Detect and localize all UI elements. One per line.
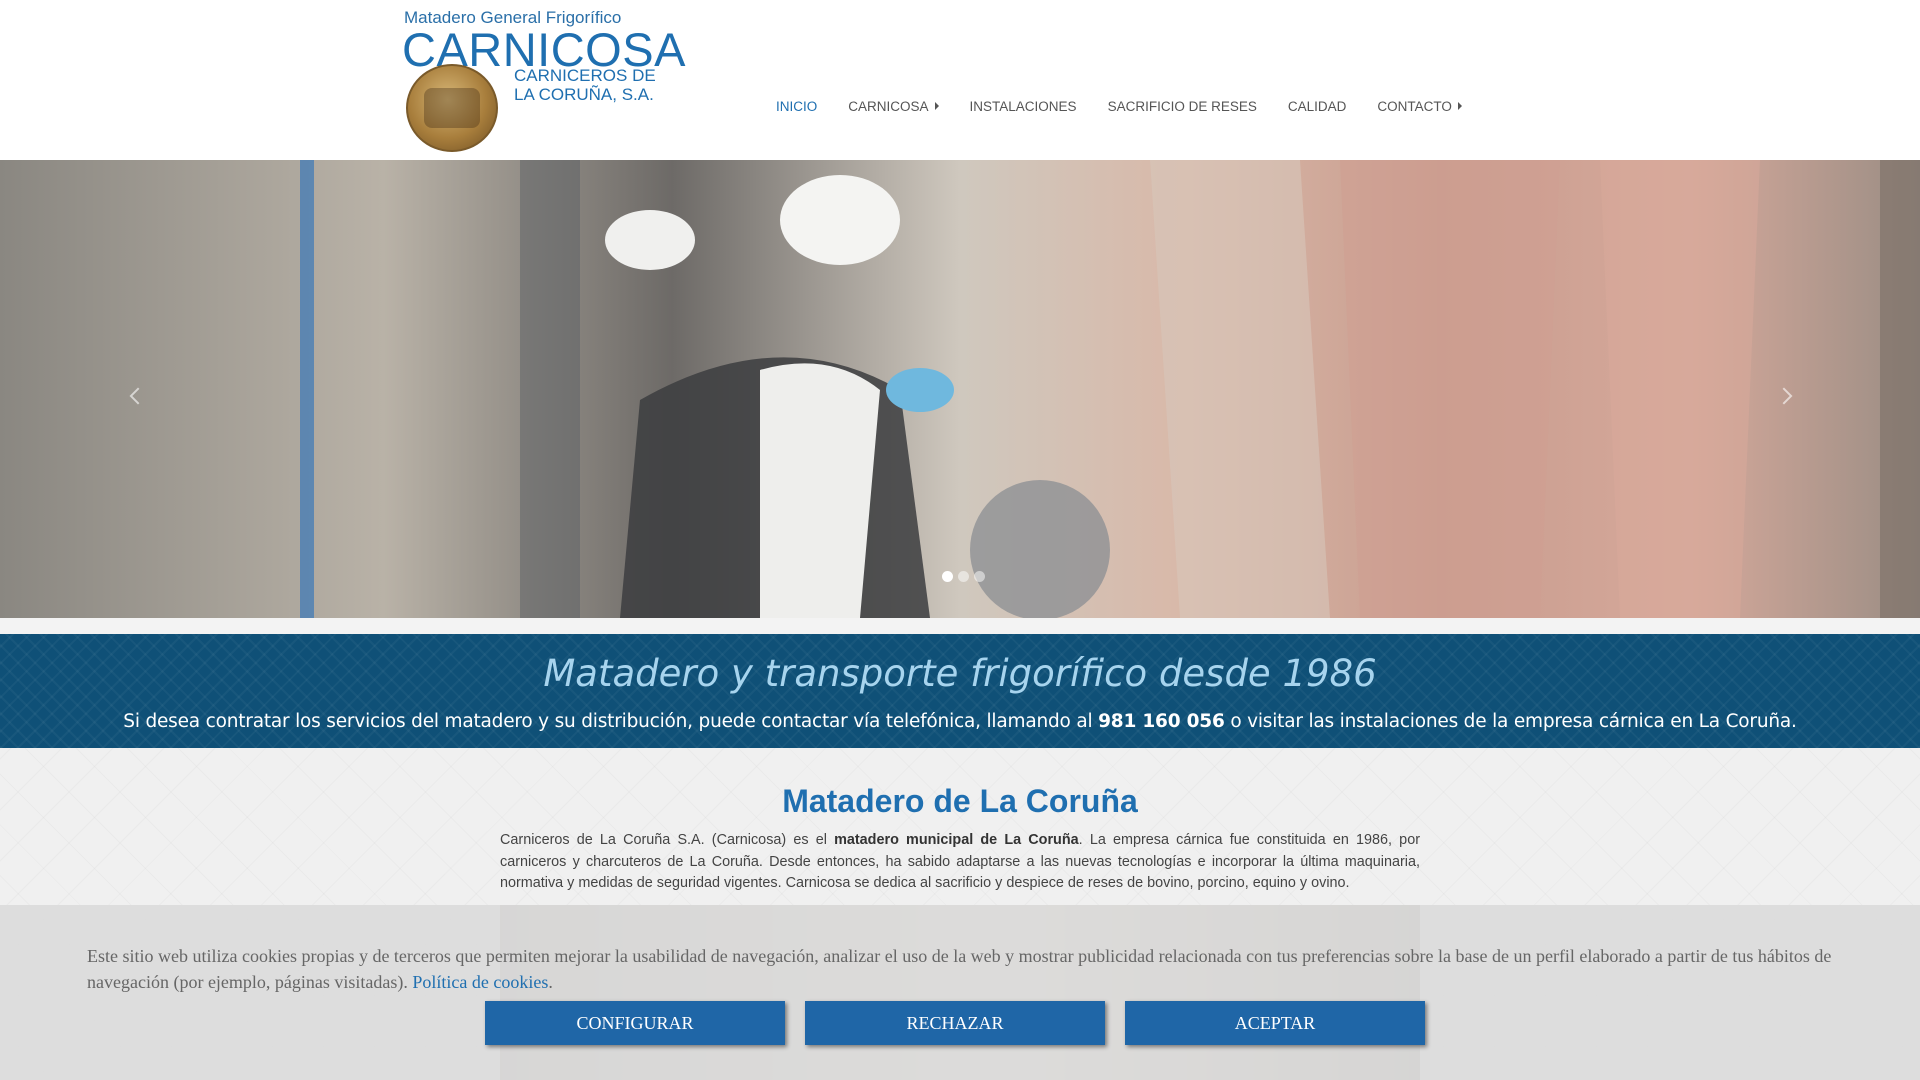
nav-label: INICIO [776, 98, 818, 114]
cookie-message: Este sitio web utiliza cookies propias y… [87, 946, 1832, 992]
nav-label: INSTALACIONES [969, 98, 1077, 114]
slider-dot-3[interactable] [974, 571, 985, 582]
company-seal-icon [406, 64, 498, 152]
hero-photo [300, 160, 1920, 618]
cookie-banner: Este sitio web utiliza cookies propias y… [0, 905, 1920, 1080]
nav-item-instalaciones[interactable]: INSTALACIONES [970, 99, 1077, 114]
nav-item-contacto[interactable]: CONTACTO [1377, 99, 1462, 114]
nav-item-sacrificio[interactable]: SACRIFICIO DE RESES [1108, 99, 1257, 114]
logo-subtitle-line1: CARNICEROS DE [514, 66, 656, 85]
section-title: Matadero de La Coruña [782, 783, 1138, 819]
band-title: Matadero y transporte frigorífico desde … [543, 652, 1377, 695]
configure-button[interactable]: Configurar [485, 1001, 785, 1045]
site-header: Matadero General Frigorífico CARNICOSA C… [0, 0, 1920, 160]
nav-label: CARNICOSA [848, 98, 929, 114]
paragraph-text: Carniceros de La Coruña S.A. (Carnicosa)… [500, 832, 835, 848]
cookie-text: Este sitio web utiliza cookies propias y… [87, 943, 1847, 995]
reject-button[interactable]: Rechazar [805, 1001, 1105, 1045]
caret-right-icon [934, 102, 939, 110]
paragraph-bold: matadero municipal de La Coruña [834, 832, 1079, 848]
accept-button[interactable]: Aceptar [1125, 1001, 1425, 1045]
slider-dot-2[interactable] [958, 571, 969, 582]
nav-label: CONTACTO [1377, 98, 1452, 114]
caret-right-icon [1457, 102, 1462, 110]
nav-item-carnicosa[interactable]: CARNICOSA [848, 98, 939, 114]
nav-label: SACRIFICIO DE RESES [1107, 98, 1257, 114]
main-nav: INICIO CARNICOSA INSTALACIONES SACRIFICI… [776, 94, 1493, 118]
nav-label: CALIDAD [1287, 98, 1347, 114]
hero-slider [0, 160, 1920, 618]
slider-dot-1[interactable] [942, 571, 953, 582]
slider-prev-chevron-left-icon[interactable] [126, 382, 146, 412]
logo-subtitle-line2: LA CORUÑA, S.A. [514, 85, 654, 104]
band-text: Si desea contratar los servicios del mat… [0, 711, 1920, 732]
cookie-policy-link[interactable]: Política de cookies [412, 972, 548, 992]
site-logo[interactable]: Matadero General Frigorífico CARNICOSA C… [402, 8, 685, 152]
band-text-after: o visitar las instalaciones de la empres… [1224, 711, 1797, 732]
cookie-suffix: . [548, 972, 553, 992]
nav-item-calidad[interactable]: CALIDAD [1288, 99, 1347, 114]
slider-dots [942, 571, 990, 582]
intro-band: Matadero y transporte frigorífico desde … [0, 634, 1920, 748]
phone-number[interactable]: 981 160 056 [1098, 711, 1225, 732]
section-paragraph: Carniceros de La Coruña S.A. (Carnicosa)… [500, 830, 1420, 895]
band-text-before: Si desea contratar los servicios del mat… [123, 711, 1099, 732]
slider-next-chevron-right-icon[interactable] [1776, 382, 1796, 412]
nav-item-inicio[interactable]: INICIO [776, 99, 817, 114]
